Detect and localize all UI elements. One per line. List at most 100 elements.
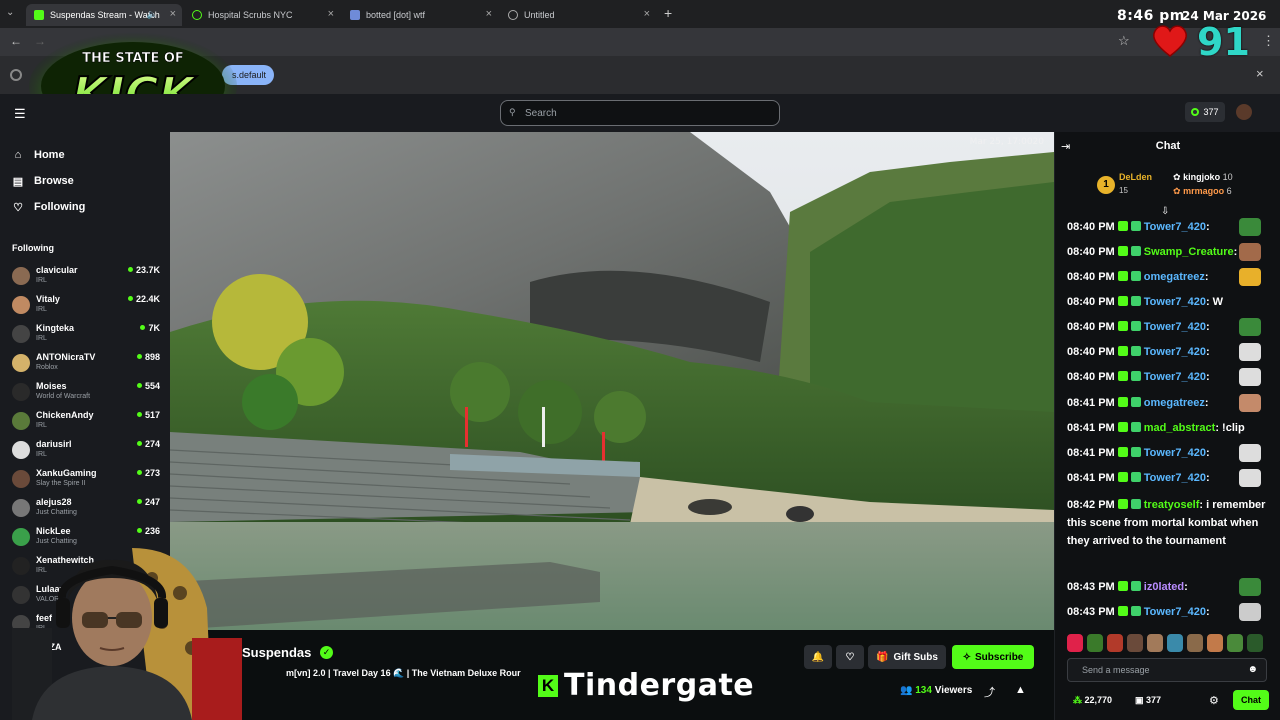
emote-icon[interactable] <box>1227 634 1243 652</box>
notification-bell-button[interactable]: 🔔 <box>804 645 832 669</box>
emote-icon[interactable] <box>1207 634 1223 652</box>
emote-icon[interactable] <box>1127 634 1143 652</box>
live-viewer-count: 236 <box>137 526 160 536</box>
sub-badge-icon <box>1117 271 1128 281</box>
hamburger-icon[interactable]: ☰ <box>14 106 26 122</box>
emoji-icon[interactable]: ☻ <box>1247 664 1258 675</box>
chat-message: 08:40 PM Tower7_420: W <box>1067 296 1224 308</box>
leaderboard-name[interactable]: DeLden <box>1119 172 1152 182</box>
home-icon: ⌂ <box>14 149 22 161</box>
speaker-icon[interactable]: 🔈 <box>147 9 158 20</box>
close-icon[interactable]: × <box>644 8 650 20</box>
chat-username[interactable]: Tower7_420 <box>1144 606 1206 618</box>
live-viewer-count: 23.7K <box>128 265 160 275</box>
gift-subs-button[interactable]: 🎁 Gift Subs <box>868 645 946 669</box>
gift-badge-icon <box>1130 371 1141 381</box>
leaderboard-entry[interactable]: ✿ mrmagoo 6 <box>1173 186 1232 197</box>
channel-name: clavicular <box>36 265 78 275</box>
emote-icon[interactable] <box>1067 634 1083 652</box>
chat-username[interactable]: iz0lated <box>1144 581 1184 593</box>
chat-panel: ⇥ Chat 1 DeLden 15 ✿ kingjoko 10 ✿ mrmag… <box>1054 132 1280 720</box>
viewer-count-value: 134 <box>915 685 932 696</box>
chat-username[interactable]: Tower7_420 <box>1144 371 1206 383</box>
emote-icon[interactable] <box>1187 634 1203 652</box>
avatar[interactable] <box>1236 104 1252 120</box>
chat-username[interactable]: treatyoself <box>1144 499 1200 511</box>
chat-username[interactable]: Tower7_420 <box>1144 346 1206 358</box>
search-input[interactable]: ⚲ Search <box>500 100 780 126</box>
streamer-name[interactable]: Suspendas <box>242 645 311 660</box>
gift-badge-icon <box>1130 606 1141 616</box>
balance: ⁂ 22,770 <box>1073 695 1112 706</box>
star-icon[interactable]: ☆ <box>1118 33 1130 49</box>
share-icon[interactable]: ⤴ <box>984 684 995 700</box>
gear-icon[interactable]: ⚙ <box>1209 694 1219 707</box>
chat-username[interactable]: Tower7_420 <box>1144 221 1206 233</box>
emote-icon[interactable] <box>1107 634 1123 652</box>
sub-badge-icon <box>1117 472 1128 482</box>
tab-list-icon[interactable]: ⌄ <box>6 7 14 18</box>
sidebar-item-following[interactable]: ♡ Following <box>12 198 85 216</box>
chat-username[interactable]: Tower7_420 <box>1144 321 1206 333</box>
sidebar-item-xankugaming[interactable]: XankuGaming Slay the Spire II 273 <box>12 467 162 493</box>
new-tab-icon[interactable]: + <box>664 5 672 21</box>
sidebar-item-alejus28[interactable]: alejus28 Just Chatting 247 <box>12 496 162 522</box>
emote-icon <box>1239 243 1261 261</box>
points-icon: ⁂ <box>1073 695 1082 705</box>
back-icon[interactable]: ← <box>10 34 22 48</box>
sidebar-item-home[interactable]: ⌂ Home <box>12 146 65 164</box>
video-player[interactable]: Mar 25, 17:0020 <box>170 132 1054 630</box>
avatar <box>12 470 30 488</box>
pinned-expand-icon[interactable]: ⇩ <box>1161 206 1169 217</box>
sidebar-item-dariusirl[interactable]: dariusirl IRL 274 <box>12 438 162 464</box>
sidebar-item-moises[interactable]: Moises World of Warcraft 554 <box>12 380 162 406</box>
tab-label: botted [dot] wtf <box>366 10 426 20</box>
sidebar-item-clavicular[interactable]: clavicular IRL 23.7K <box>12 264 162 290</box>
sidebar-item-browse[interactable]: ▤ Browse <box>12 172 74 190</box>
follow-heart-button[interactable]: ♡ <box>836 645 864 669</box>
balance-value: 22,770 <box>1084 695 1113 705</box>
sub-badge-icon <box>1117 221 1128 231</box>
emote-icon <box>1239 394 1261 412</box>
sub-badge-icon <box>1117 371 1128 381</box>
leaderboard-icon: ✿ <box>1173 186 1181 196</box>
avatar <box>12 412 30 430</box>
chat-timestamp: 08:40 PM <box>1067 371 1115 383</box>
chat-username[interactable]: mad_abstract <box>1144 422 1216 434</box>
leaderboard-entry[interactable]: ✿ kingjoko 10 <box>1173 172 1233 183</box>
tab-label: Untitled <box>524 10 555 20</box>
emote-icon[interactable] <box>1147 634 1163 652</box>
chat-input[interactable]: Send a message ☻ <box>1067 658 1267 682</box>
chat-username[interactable]: Tower7_420 <box>1144 447 1206 459</box>
chat-title: Chat <box>1155 140 1181 152</box>
tab-untitled[interactable]: Untitled × <box>500 4 656 26</box>
emote-icon[interactable] <box>1087 634 1103 652</box>
users-icon: 👥 <box>900 685 913 696</box>
live-viewer-count: 898 <box>137 352 160 362</box>
sidebar-item-vitaly[interactable]: Vitaly IRL 22.4K <box>12 293 162 319</box>
chat-message: 08:41 PM mad_abstract: !clip <box>1067 422 1245 434</box>
report-icon[interactable]: ▲ <box>1015 684 1026 696</box>
points-badge[interactable]: 377 <box>1185 102 1225 122</box>
chat-username[interactable]: omegatreez <box>1144 271 1205 283</box>
close-icon[interactable]: × <box>170 8 176 20</box>
gift-badge-icon <box>1130 246 1141 256</box>
chat-username[interactable]: Tower7_420 <box>1144 472 1206 484</box>
emote-icon <box>1239 469 1261 487</box>
subscribe-button[interactable]: ✧ Subscribe <box>952 645 1034 669</box>
send-chat-button[interactable]: Chat <box>1233 690 1269 710</box>
live-viewer-count: 554 <box>137 381 160 391</box>
sidebar-item-antonicratv[interactable]: ANTONicraTV Roblox 898 <box>12 351 162 377</box>
sidebar-item-chickenandy[interactable]: ChickenAndy IRL 517 <box>12 409 162 435</box>
emote-icon[interactable] <box>1247 634 1263 652</box>
emote-icon[interactable] <box>1167 634 1183 652</box>
menu-dots-icon[interactable]: ⋮ <box>1262 33 1275 49</box>
sidebar-item-kingteka[interactable]: Kingteka IRL 7K <box>12 322 162 348</box>
close-icon[interactable]: × <box>486 8 492 20</box>
chat-username[interactable]: Tower7_420 <box>1144 296 1206 308</box>
close-icon[interactable]: × <box>328 8 334 20</box>
close-icon[interactable]: × <box>1256 66 1264 81</box>
tab-botted[interactable]: botted [dot] wtf × <box>342 4 498 26</box>
chat-username[interactable]: omegatreez <box>1144 397 1205 409</box>
chat-username[interactable]: Swamp_Creature <box>1144 246 1234 258</box>
